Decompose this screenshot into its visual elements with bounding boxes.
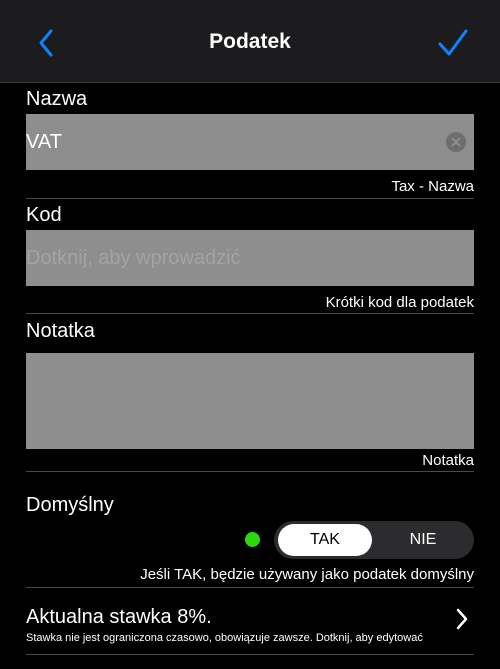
- default-label: Domyślny: [26, 494, 114, 516]
- option-nie[interactable]: NIE: [376, 524, 470, 556]
- code-label: Kod: [26, 204, 62, 226]
- page-title: Podatek: [209, 30, 291, 53]
- current-rate-row[interactable]: Aktualna stawka 8%. Stawka nie jest ogra…: [0, 596, 500, 656]
- code-hint: Krótki kod dla podatek: [325, 294, 474, 311]
- note-field[interactable]: [26, 353, 474, 449]
- divider: [26, 198, 474, 199]
- note-hint: Notatka: [422, 452, 474, 469]
- divider: [26, 471, 474, 472]
- rate-title: Aktualna stawka 8%.: [26, 606, 212, 628]
- chevron-right-icon: [456, 608, 468, 630]
- save-button[interactable]: [436, 28, 470, 58]
- checkmark-icon: [438, 29, 468, 56]
- default-hint: Jeśli TAK, będzie używany jako podatek d…: [140, 566, 474, 583]
- divider: [26, 587, 474, 588]
- name-label: Nazwa: [26, 88, 88, 110]
- rate-subtitle: Stawka nie jest ograniczona czasowo, obo…: [26, 632, 423, 644]
- status-indicator: [245, 532, 260, 547]
- default-toggle[interactable]: TAK NIE: [274, 521, 474, 559]
- divider: [26, 313, 474, 314]
- note-label: Notatka: [26, 320, 95, 342]
- name-value: VAT: [26, 131, 62, 153]
- clear-icon[interactable]: [446, 132, 466, 152]
- code-field[interactable]: Dotknij, aby wprowadzić: [26, 230, 474, 286]
- navigation-bar: Podatek: [0, 0, 500, 83]
- divider: [26, 654, 474, 655]
- code-placeholder: Dotknij, aby wprowadzić: [26, 247, 241, 269]
- option-tak[interactable]: TAK: [278, 524, 372, 556]
- name-field[interactable]: VAT: [26, 114, 474, 170]
- name-hint: Tax - Nazwa: [391, 178, 474, 195]
